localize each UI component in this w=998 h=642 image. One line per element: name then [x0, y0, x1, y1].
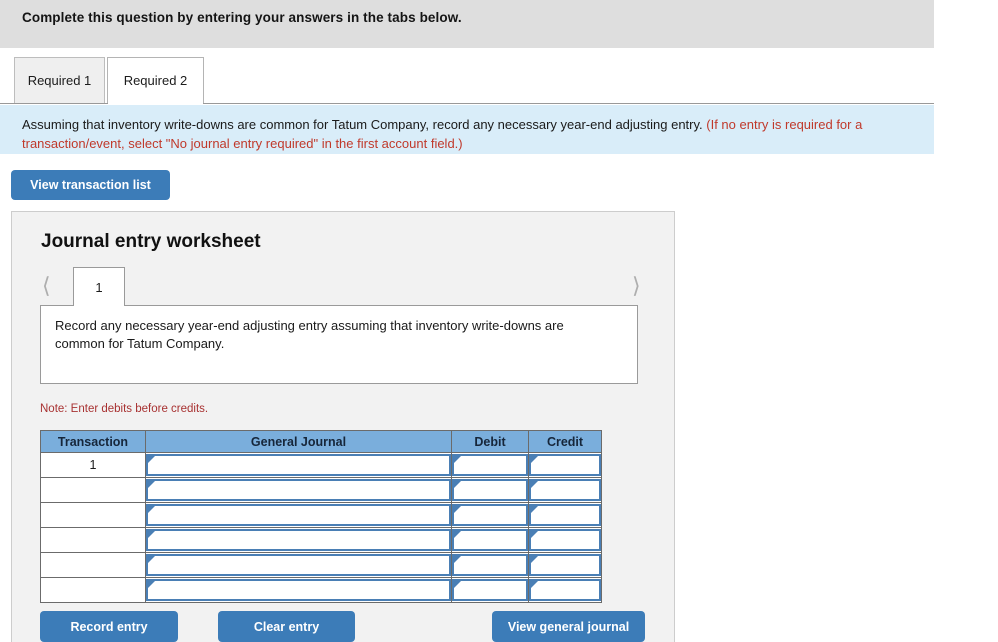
- transaction-number-cell: [40, 527, 146, 553]
- chevron-right-icon[interactable]: ⟩: [632, 275, 641, 297]
- debit-input-field[interactable]: [452, 454, 528, 476]
- worksheet-title: Journal entry worksheet: [41, 231, 261, 252]
- view-transaction-list-button[interactable]: View transaction list: [11, 170, 170, 200]
- journal-entry-table: Transaction General Journal Debit Credit…: [40, 430, 602, 603]
- journal-entry-table-body: 1: [40, 452, 602, 603]
- clear-entry-button[interactable]: Clear entry: [218, 611, 355, 642]
- debit-input-field[interactable]: [452, 579, 528, 601]
- tab-required-2[interactable]: Required 2: [107, 57, 204, 103]
- credit-input-field[interactable]: [529, 479, 601, 501]
- transaction-number-cell: [40, 477, 146, 503]
- transaction-number-cell: 1: [40, 452, 146, 478]
- general-journal-cell[interactable]: [145, 477, 452, 503]
- credit-input-field[interactable]: [529, 529, 601, 551]
- tab-required-1[interactable]: Required 1: [14, 57, 105, 103]
- general-journal-cell[interactable]: [145, 552, 452, 578]
- tab-required-1-label: Required 1: [27, 73, 92, 88]
- table-row: 1: [40, 452, 602, 478]
- tab-required-2-label: Required 2: [123, 73, 188, 88]
- instruction-banner-main: Assuming that inventory write-downs are …: [22, 117, 707, 132]
- credit-cell[interactable]: [528, 577, 602, 603]
- general-journal-cell[interactable]: [145, 577, 452, 603]
- table-header-row: Transaction General Journal Debit Credit: [40, 430, 602, 453]
- worksheet-description-text: Record any necessary year-end adjusting …: [55, 318, 564, 351]
- debit-input-field[interactable]: [452, 554, 528, 576]
- description-box-tab-mask: [74, 305, 124, 306]
- view-general-journal-button[interactable]: View general journal: [492, 611, 645, 642]
- table-row: [40, 577, 602, 603]
- worksheet-page-tab-1-label: 1: [95, 279, 103, 295]
- instruction-banner: Assuming that inventory write-downs are …: [0, 105, 934, 154]
- account-select-field[interactable]: [146, 554, 451, 576]
- chevron-left-icon[interactable]: ⟨: [42, 275, 51, 297]
- credit-cell[interactable]: [528, 452, 602, 478]
- account-select-field[interactable]: [146, 579, 451, 601]
- table-row: [40, 477, 602, 503]
- instruction-banner-text: Assuming that inventory write-downs are …: [22, 115, 912, 153]
- table-row: [40, 502, 602, 528]
- credit-input-field[interactable]: [529, 554, 601, 576]
- column-header-general-journal: General Journal: [145, 430, 452, 453]
- account-select-field[interactable]: [146, 479, 451, 501]
- record-entry-button[interactable]: Record entry: [40, 611, 178, 642]
- tab-strip: Required 1 Required 2: [0, 57, 934, 104]
- top-instruction-text: Complete this question by entering your …: [22, 10, 462, 25]
- column-header-debit: Debit: [451, 430, 529, 453]
- credit-input-field[interactable]: [529, 579, 601, 601]
- debit-cell[interactable]: [451, 527, 529, 553]
- top-instruction-bar: Complete this question by entering your …: [0, 0, 934, 48]
- debit-cell[interactable]: [451, 577, 529, 603]
- transaction-number-cell: [40, 577, 146, 603]
- column-header-transaction: Transaction: [40, 430, 146, 453]
- debit-cell[interactable]: [451, 552, 529, 578]
- transaction-number-cell: [40, 552, 146, 578]
- debits-before-credits-note: Note: Enter debits before credits.: [40, 403, 209, 415]
- debit-cell[interactable]: [451, 477, 529, 503]
- credit-input-field[interactable]: [529, 504, 601, 526]
- transaction-number-cell: [40, 502, 146, 528]
- credit-cell[interactable]: [528, 527, 602, 553]
- tab-active-mask: [108, 103, 203, 105]
- journal-entry-worksheet-panel: Journal entry worksheet ⟨ 1 ⟩ Record any…: [11, 211, 675, 642]
- credit-cell[interactable]: [528, 502, 602, 528]
- account-select-field[interactable]: [146, 504, 451, 526]
- debit-cell[interactable]: [451, 502, 529, 528]
- column-header-credit: Credit: [528, 430, 602, 453]
- debit-input-field[interactable]: [452, 479, 528, 501]
- worksheet-page-tab-1[interactable]: 1: [73, 267, 125, 306]
- general-journal-cell[interactable]: [145, 452, 452, 478]
- table-row: [40, 527, 602, 553]
- account-select-field[interactable]: [146, 454, 451, 476]
- table-row: [40, 552, 602, 578]
- debit-input-field[interactable]: [452, 504, 528, 526]
- debit-input-field[interactable]: [452, 529, 528, 551]
- debit-cell[interactable]: [451, 452, 529, 478]
- general-journal-cell[interactable]: [145, 527, 452, 553]
- account-select-field[interactable]: [146, 529, 451, 551]
- page-root: Complete this question by entering your …: [0, 0, 998, 642]
- credit-cell[interactable]: [528, 477, 602, 503]
- credit-input-field[interactable]: [529, 454, 601, 476]
- credit-cell[interactable]: [528, 552, 602, 578]
- worksheet-description-box: Record any necessary year-end adjusting …: [40, 305, 638, 384]
- general-journal-cell[interactable]: [145, 502, 452, 528]
